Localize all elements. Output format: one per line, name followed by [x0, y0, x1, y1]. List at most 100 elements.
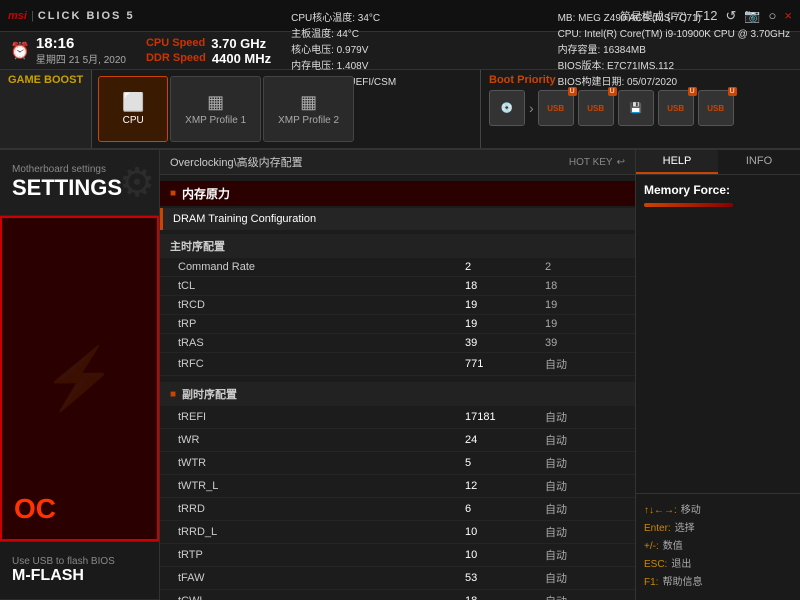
primary-row-val2-5: 自动 — [545, 356, 625, 372]
secondary-row-val2-1: 自动 — [545, 432, 625, 448]
usb-badge-4: U — [688, 87, 697, 96]
secondary-row-val1-8: 18 — [465, 595, 545, 600]
sidebar-item-oc[interactable]: ⚡ OC — [0, 216, 159, 541]
content-table: ■ 内存原力 DRAM Training Configuration 主时序配置… — [160, 175, 635, 600]
secondary-row-2[interactable]: tWTR 5 自动 — [160, 452, 635, 475]
msi-logo: msi — [8, 10, 27, 22]
dram-training-item[interactable]: DRAM Training Configuration — [160, 208, 635, 230]
help-title: Memory Force: — [644, 183, 792, 197]
primary-row-val2-3: 19 — [545, 318, 625, 330]
primary-row-val1-3: 19 — [465, 318, 545, 330]
game-boost-bar: GAME BOOST ⬜ CPU ▦ XMP Profile 1 ▦ XMP P… — [0, 70, 800, 150]
secondary-row-0[interactable]: tREFI 17181 自动 — [160, 406, 635, 429]
secondary-row-name-0: tREFI — [170, 411, 465, 423]
key-hint-esc: ESC: — [644, 556, 667, 574]
tab-help[interactable]: HELP — [636, 150, 718, 174]
primary-row-0[interactable]: Command Rate 2 2 — [160, 258, 635, 277]
primary-row-val1-1: 18 — [465, 280, 545, 292]
usb-badge-1: U — [568, 87, 577, 96]
secondary-row-7[interactable]: tFAW 53 自动 — [160, 567, 635, 590]
usb-badge-2: U — [608, 87, 617, 96]
breadcrumb-bar: Overclocking\高级内存配置 HOT KEY ↩ — [160, 150, 635, 175]
primary-row-val2-4: 39 — [545, 337, 625, 349]
sidebar-item-mflash[interactable]: Use USB to flash BIOS M-FLASH — [0, 541, 159, 600]
mem-info: 内存容量: 16384MB — [558, 43, 790, 59]
right-panel-footer: ↑↓←→: 移动 Enter: 选择 +/-: 数值 ESC: 退出 F1: 帮… — [636, 493, 800, 600]
key-plusminus: +/-: 数值 — [644, 538, 792, 556]
boot-device-3[interactable]: 💾 — [618, 90, 654, 126]
boot-device-icon-3: 💾 — [629, 103, 641, 114]
clock: 18:16 星期四 21 5月, 2020 — [36, 36, 126, 66]
tab-info[interactable]: INFO — [718, 150, 800, 174]
boot-device-4[interactable]: USB U — [658, 90, 694, 126]
hotkey-area: HOT KEY ↩ — [569, 157, 625, 168]
boot-device-1[interactable]: USB U — [538, 90, 574, 126]
memory-force-section[interactable]: ■ 内存原力 — [160, 181, 635, 206]
key-hint-plusminus: +/-: — [644, 538, 659, 556]
sidebar-item-settings[interactable]: Motherboard settings SETTINGS ⚙ — [0, 150, 159, 216]
secondary-timing-header: ■ 副时序配置 — [160, 382, 635, 406]
secondary-row-1[interactable]: tWR 24 自动 — [160, 429, 635, 452]
secondary-row-5[interactable]: tRRD_L 10 自动 — [160, 521, 635, 544]
main-layout: Motherboard settings SETTINGS ⚙ ⚡ OC Use… — [0, 150, 800, 600]
key-hint-move: ↑↓←→: — [644, 502, 677, 520]
dram-training-label: DRAM Training Configuration — [173, 213, 316, 225]
primary-row-val2-2: 19 — [545, 299, 625, 311]
secondary-row-val2-2: 自动 — [545, 455, 625, 471]
right-panel: HELP INFO Memory Force: ↑↓←→: 移动 Enter: … — [635, 150, 800, 600]
secondary-row-val2-6: 自动 — [545, 547, 625, 563]
clock-time: 18:16 — [36, 36, 74, 51]
mflash-main: M-FLASH — [12, 567, 147, 585]
primary-row-name-4: tRAS — [170, 337, 465, 349]
secondary-row-4[interactable]: tRRD 6 自动 — [160, 498, 635, 521]
cpu-speed-value: 3.70 GHz — [211, 36, 266, 51]
primary-row-name-3: tRP — [170, 318, 465, 330]
right-tabs: HELP INFO — [636, 150, 800, 175]
primary-row-3[interactable]: tRP 19 19 — [160, 315, 635, 334]
game-boost-label: GAME BOOST — [0, 70, 92, 148]
secondary-row-val2-3: 自动 — [545, 478, 625, 494]
cpu-temp: CPU核心温度: 34°C — [291, 11, 537, 27]
profile-tab-cpu[interactable]: ⬜ CPU — [98, 76, 168, 142]
xmp1-tab-label: XMP Profile 1 — [185, 115, 246, 126]
key-enter-label: 选择 — [675, 520, 695, 538]
key-esc-label: 退出 — [671, 556, 691, 574]
xmp2-tab-label: XMP Profile 2 — [278, 115, 339, 126]
secondary-row-name-4: tRRD — [170, 503, 465, 515]
boot-device-5[interactable]: USB U — [698, 90, 734, 126]
boot-priority-label: Boot Priority — [489, 74, 792, 86]
key-f1: F1: 帮助信息 — [644, 574, 792, 592]
primary-row-4[interactable]: tRAS 39 39 — [160, 334, 635, 353]
primary-row-1[interactable]: tCL 18 18 — [160, 277, 635, 296]
secondary-row-8[interactable]: tCWL 18 自动 — [160, 590, 635, 600]
secondary-expand-icon: ■ — [170, 389, 176, 400]
cpu-tab-icon: ⬜ — [122, 92, 144, 113]
key-plusminus-label: 数值 — [663, 538, 683, 556]
primary-row-2[interactable]: tRCD 19 19 — [160, 296, 635, 315]
primary-row-5[interactable]: tRFC 771 自动 — [160, 353, 635, 376]
profile-tab-xmp1[interactable]: ▦ XMP Profile 1 — [170, 76, 261, 142]
memory-force-label: 内存原力 — [182, 185, 230, 202]
key-hint-f1: F1: — [644, 574, 658, 592]
boot-device-icon-2: USB — [587, 104, 604, 113]
secondary-row-val1-2: 5 — [465, 457, 545, 469]
secondary-row-6[interactable]: tRTP 10 自动 — [160, 544, 635, 567]
primary-row-name-2: tRCD — [170, 299, 465, 311]
speed-info: CPU Speed 3.70 GHz DDR Speed 4400 MHz — [146, 36, 271, 66]
secondary-row-val2-4: 自动 — [545, 501, 625, 517]
profile-tab-xmp2[interactable]: ▦ XMP Profile 2 — [263, 76, 354, 142]
oc-main: OC — [14, 493, 56, 525]
key-hint-enter: Enter: — [644, 520, 671, 538]
secondary-row-3[interactable]: tWTR_L 12 自动 — [160, 475, 635, 498]
secondary-row-val1-7: 53 — [465, 572, 545, 584]
boot-device-2[interactable]: USB U — [578, 90, 614, 126]
profile-tabs: ⬜ CPU ▦ XMP Profile 1 ▦ XMP Profile 2 — [92, 70, 480, 148]
primary-timing-header: 主时序配置 — [160, 234, 635, 258]
ddr-speed-label: DDR Speed — [146, 52, 206, 64]
hotkey-icon[interactable]: ↩ — [617, 157, 625, 168]
boot-device-0[interactable]: 💿 — [489, 90, 525, 126]
secondary-row-val1-1: 24 — [465, 434, 545, 446]
primary-row-name-0: Command Rate — [170, 261, 465, 273]
left-sidebar: Motherboard settings SETTINGS ⚙ ⚡ OC Use… — [0, 150, 160, 600]
clock-icon: ⏰ — [10, 41, 30, 61]
